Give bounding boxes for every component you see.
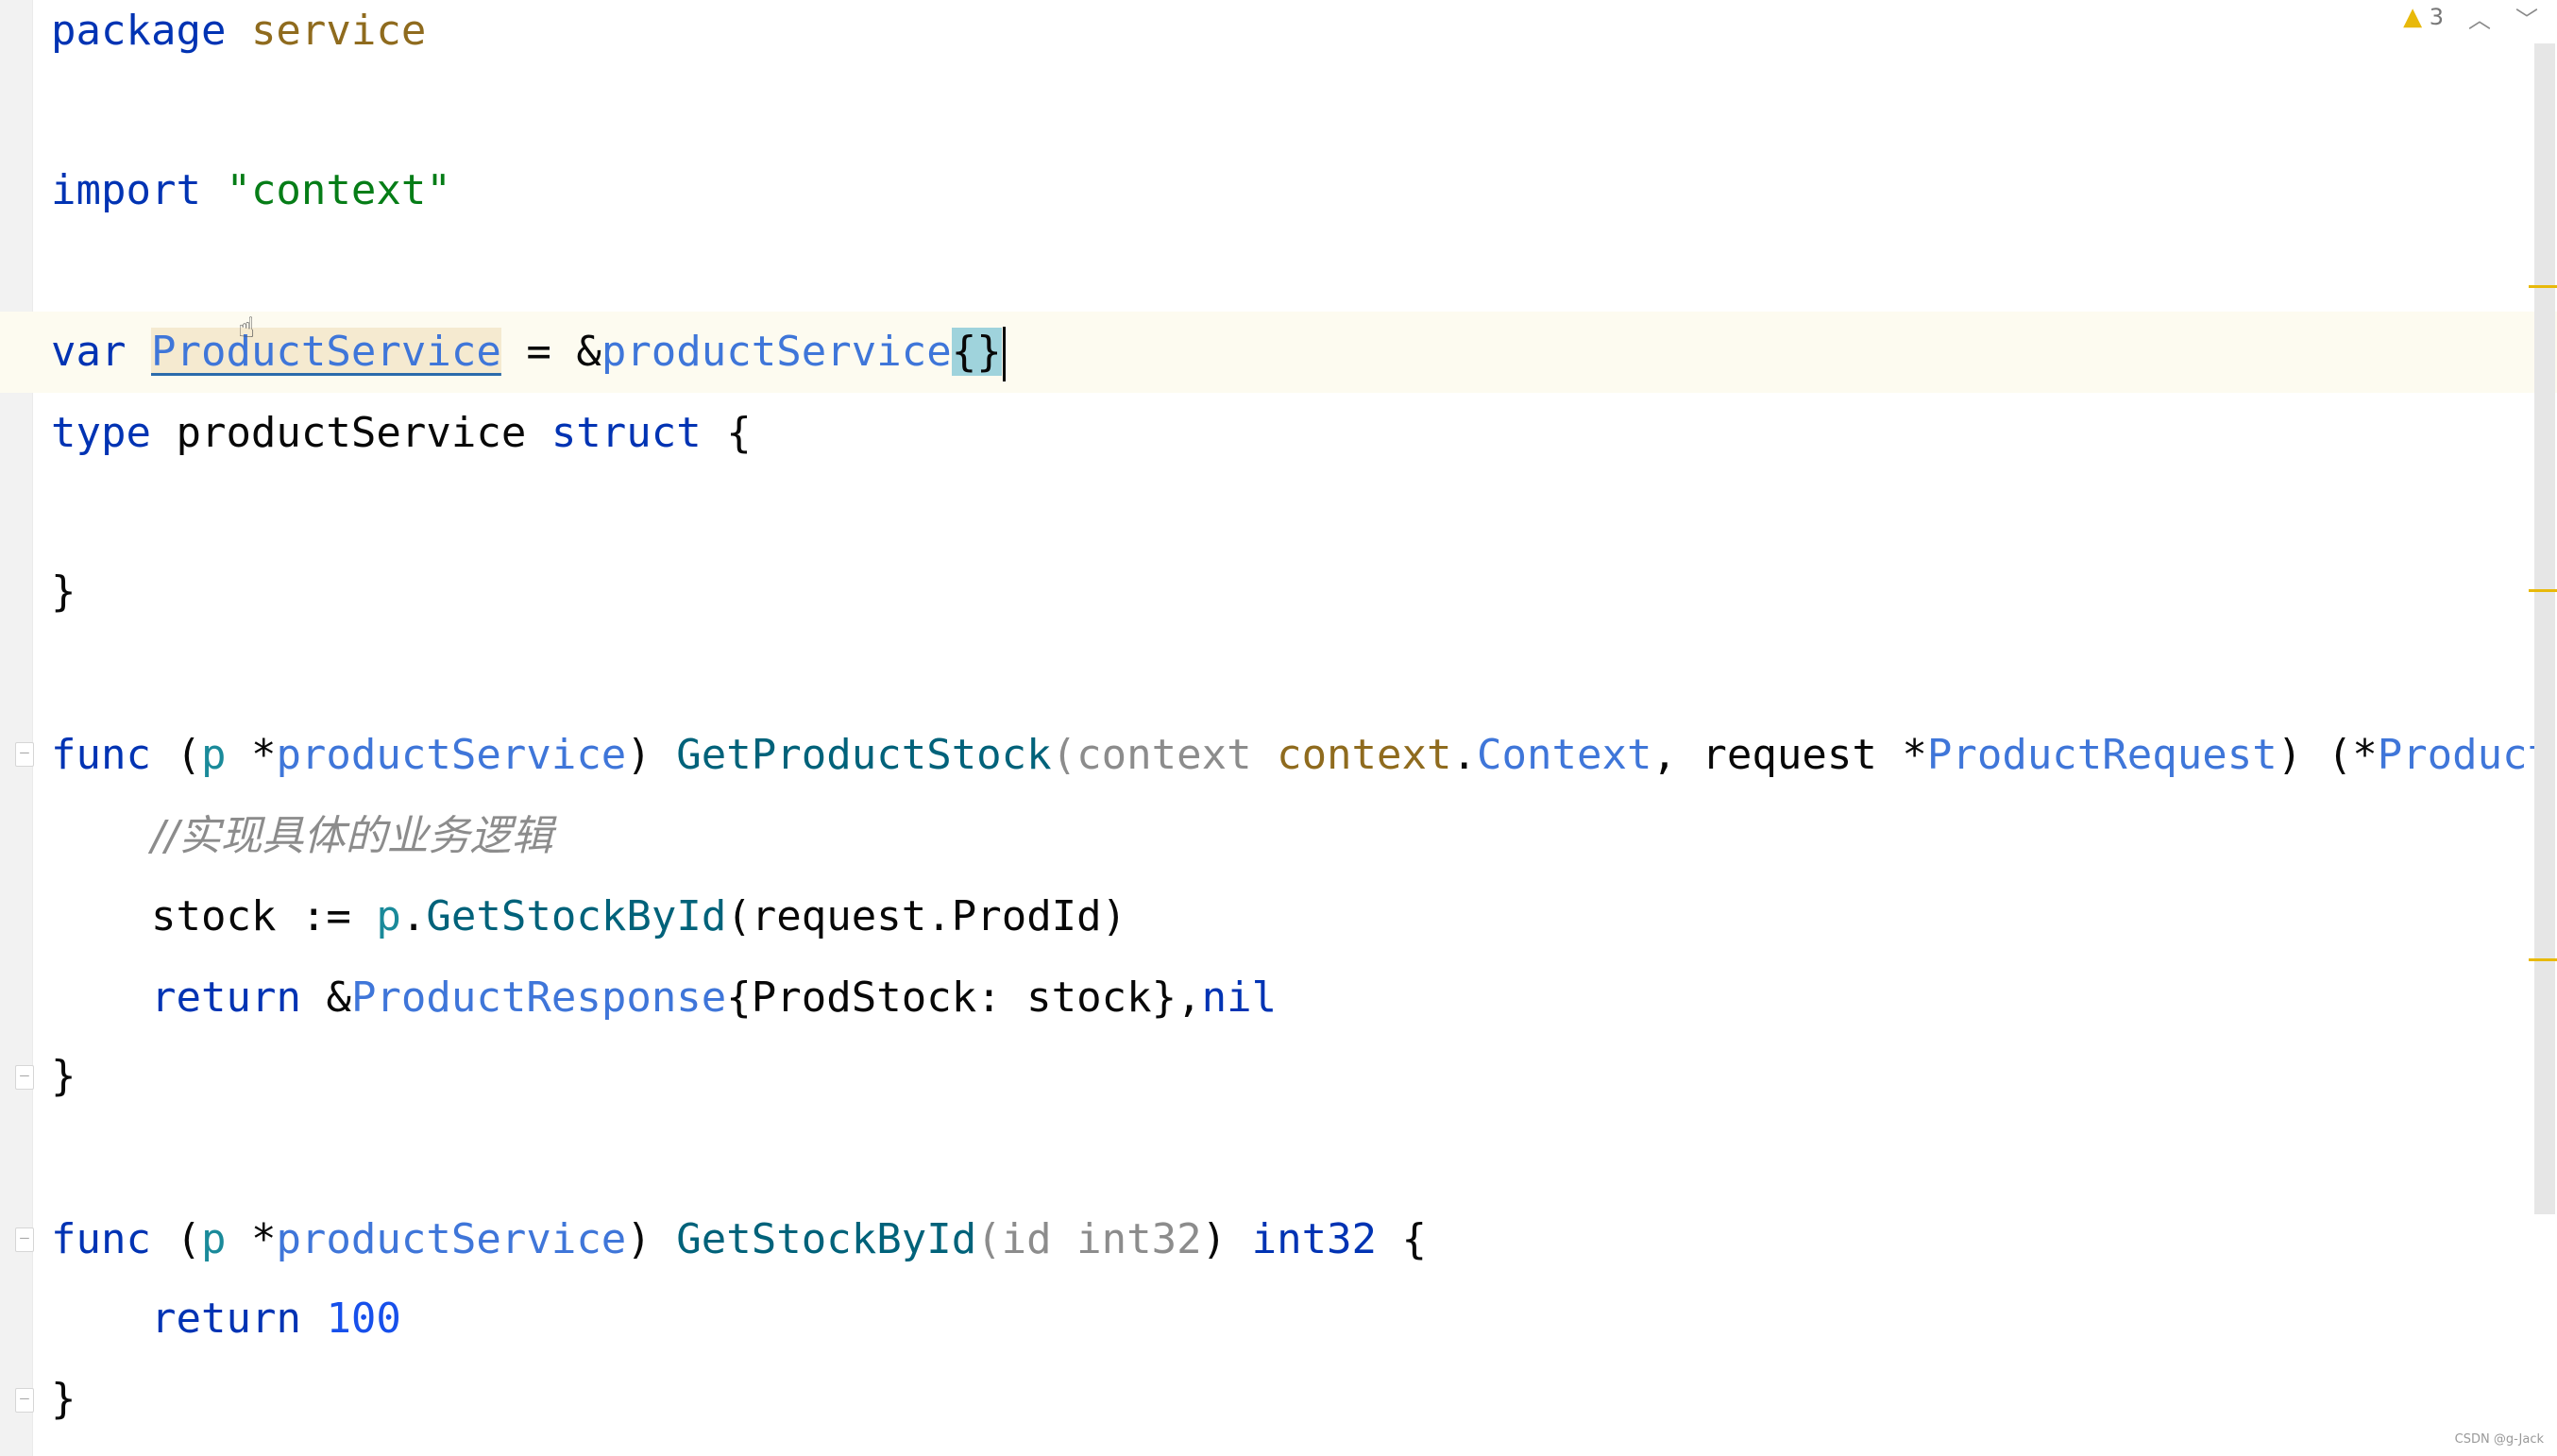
paren: ) [1201, 1215, 1252, 1263]
code-line-close-func1: } [51, 1036, 76, 1117]
fold-toggle-func-getproductstock[interactable]: – [15, 742, 34, 767]
package-ref: context [1277, 731, 1452, 779]
code-line-var-current: var ProductService = &productService{} [0, 312, 2557, 393]
paren: ( [150, 731, 201, 779]
function-name: GetProductStock [676, 731, 1052, 779]
function-name: GetStockById [676, 1215, 977, 1263]
identifier-productservice[interactable]: ProductService [150, 328, 501, 376]
warning-stripe-marker[interactable] [2529, 285, 2557, 288]
warning-triangle-icon: ▲ [2403, 3, 2423, 31]
type-name: productService [150, 409, 551, 457]
brace: { [1377, 1215, 1428, 1263]
receiver: p [200, 1215, 227, 1263]
param-name: (context [1051, 731, 1278, 779]
param-type: ProductRequest [1926, 731, 2278, 779]
call-args: (request.ProdId) [726, 892, 1127, 940]
keyword: import [51, 166, 201, 214]
paren: ) [626, 731, 677, 779]
package-name: service [250, 7, 427, 55]
receiver: p [376, 892, 401, 940]
dot: . [400, 892, 427, 940]
brace: } [51, 567, 76, 616]
return-type: Product [2377, 731, 2553, 779]
code-line-func-getstockbyid: func (p *productService) GetStockById(id… [51, 1199, 1427, 1280]
assignment: stock := [151, 892, 377, 940]
code-line-import: import "context" [51, 150, 451, 231]
param-type: Context [1477, 731, 1652, 779]
operator: & [300, 973, 351, 1022]
operator: = & [500, 328, 601, 376]
code-line-return-response: return &ProductResponse{ProdStock: stock… [51, 957, 1277, 1039]
brace: } [51, 1052, 76, 1100]
param-separator: , request * [1651, 731, 1927, 779]
paren: ( [150, 1215, 201, 1263]
warning-stripe-marker[interactable] [2529, 589, 2557, 592]
keyword: package [51, 7, 227, 55]
keyword: var [51, 328, 127, 376]
type-name: ProductResponse [350, 973, 727, 1022]
hand-cursor-icon: ☝ [238, 312, 256, 345]
code-line-func-getproductstock: func (p *productService) GetProductStock… [51, 715, 2552, 796]
number-literal: 100 [300, 1295, 401, 1343]
receiver-type: productService [276, 1215, 627, 1263]
pointer: * [226, 1215, 277, 1263]
warnings-indicator[interactable]: ▲ 3 [2403, 3, 2444, 31]
type-name: productService [601, 328, 952, 376]
receiver: p [200, 731, 227, 779]
return-type: int32 [1251, 1215, 1378, 1263]
keyword: return [151, 973, 301, 1022]
fold-toggle-func-getstockbyid[interactable]: – [15, 1227, 34, 1252]
warning-stripe-marker[interactable] [2529, 958, 2557, 961]
code-line-return-100: return 100 [51, 1278, 401, 1360]
keyword: struct [550, 409, 702, 457]
dot: . [1451, 731, 1478, 779]
code-editor[interactable]: package service import "context" var Pro… [0, 0, 2557, 1456]
params: (id int32 [976, 1215, 1202, 1263]
method-call: GetStockById [426, 892, 727, 940]
text-caret [1002, 327, 1006, 381]
keyword: func [51, 1215, 151, 1263]
matched-braces: {} [951, 328, 1002, 376]
code-line-stock: stock := p.GetStockById(request.ProdId) [51, 876, 1126, 957]
composite-literal: {ProdStock: stock}, [726, 973, 1202, 1022]
fold-toggle-end-getproductstock[interactable]: – [15, 1065, 34, 1090]
fold-toggle-end-getstockbyid[interactable]: – [15, 1388, 34, 1413]
brace: { [701, 409, 752, 457]
keyword: return [151, 1295, 301, 1343]
comment: //实现具体的业务逻辑 [151, 812, 553, 860]
code-line-type: type productService struct { [51, 393, 752, 474]
keyword: type [51, 409, 151, 457]
code-line-package: package service [51, 0, 426, 72]
code-line-comment: //实现具体的业务逻辑 [51, 796, 553, 877]
inspection-widget[interactable]: ▲ 3 ︿ ﹀ [2403, 0, 2538, 34]
chevron-down-icon[interactable]: ﹀ [2515, 1, 2538, 34]
keyword: func [51, 731, 151, 779]
keyword: nil [1201, 973, 1278, 1022]
return-paren: ) (* [2277, 731, 2378, 779]
warning-count: 3 [2429, 4, 2444, 30]
brace: } [51, 1375, 76, 1423]
code-line-close-struct: } [51, 551, 76, 633]
receiver-type: productService [276, 731, 627, 779]
watermark: CSDN @g-Jack [2454, 1432, 2544, 1447]
chevron-up-icon[interactable]: ︿ [2468, 1, 2491, 34]
code-line-close-func2: } [51, 1359, 76, 1440]
vertical-scrollbar[interactable] [2534, 43, 2555, 1214]
import-path: "context" [226, 166, 451, 214]
paren: ) [626, 1215, 677, 1263]
pointer: * [226, 731, 277, 779]
